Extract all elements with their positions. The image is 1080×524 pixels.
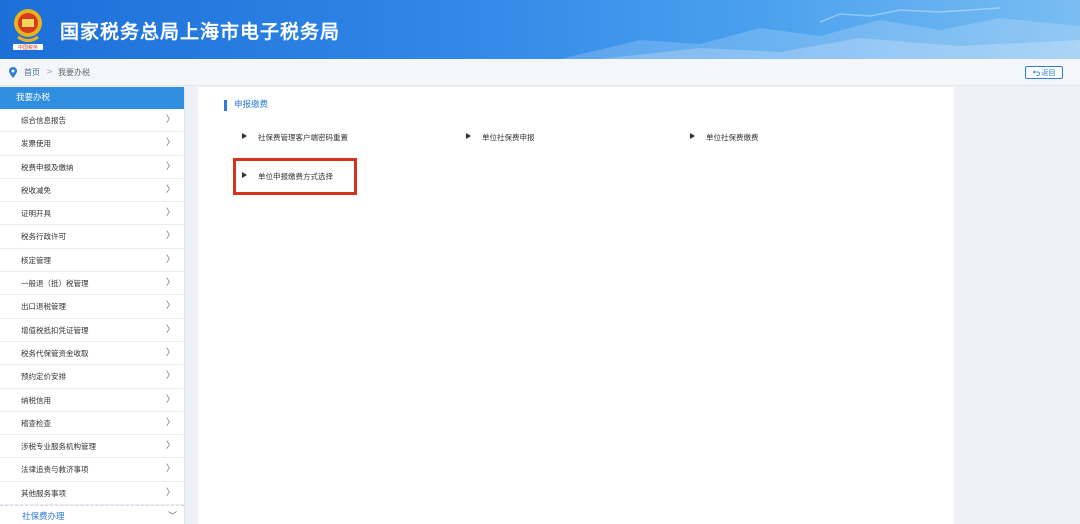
sidebar-item[interactable]: 一般退（抵）税管理 〉: [0, 272, 184, 296]
breadcrumb-separator: >: [46, 67, 53, 76]
sidebar-item[interactable]: 证明开具 〉: [0, 202, 184, 226]
sidebar-item-label: 出口退税管理: [21, 302, 66, 312]
sidebar-item-label: 一般退（抵）税管理: [21, 279, 89, 289]
link-unit-payment[interactable]: 单位社保费缴费: [690, 132, 759, 143]
location-pin-icon: [9, 67, 17, 78]
breadcrumb-home-link[interactable]: 首页: [24, 67, 40, 78]
chevron-right-icon: 〉: [165, 115, 175, 125]
sidebar-item[interactable]: 增值税抵扣凭证管理 〉: [0, 319, 184, 342]
back-arrow-icon: [1032, 69, 1040, 76]
sidebar-item[interactable]: 核定管理 〉: [0, 249, 184, 273]
sidebar-list: 综合信息报告〉发票使用〉税费申报及缴纳〉税收减免〉证明开具〉税务行政许可〉核定管…: [0, 109, 184, 506]
chevron-right-icon: 〉: [165, 371, 175, 382]
sidebar-item-label: 法律追责与救济事项: [21, 465, 89, 475]
chevron-right-icon: 〉: [165, 394, 175, 405]
sidebar-item-label: 发票使用: [21, 139, 51, 149]
sidebar-item-label: 预约定价安排: [21, 372, 66, 382]
chevron-right-icon: 〉: [165, 417, 175, 428]
sidebar-item-social-insurance[interactable]: 社保费办理 ﹀: [0, 505, 184, 524]
chevron-right-icon: 〉: [165, 254, 175, 265]
sidebar-item-label: 税费申报及缴纳: [21, 162, 74, 172]
sidebar-item[interactable]: 法律追责与救济事项 〉: [0, 458, 184, 482]
sidebar-item[interactable]: 涉税专业服务机构管理 〉: [0, 435, 184, 459]
section-title: 申报缴费: [224, 100, 268, 111]
sidebar-item[interactable]: 预约定价安排 〉: [0, 365, 184, 389]
link-password-reset[interactable]: 社保费管理客户端密码重置: [242, 132, 348, 143]
site-title: 国家税务总局上海市电子税务局: [60, 21, 341, 43]
site-header: 中国税务 国家税务总局上海市电子税务局: [0, 0, 1080, 59]
chevron-right-icon: 〉: [165, 208, 175, 219]
sidebar-item-label: 综合信息报告: [21, 116, 66, 125]
breadcrumb: 首页 > 我要办税 返回: [0, 59, 1080, 86]
sidebar-item[interactable]: 税收减免 〉: [0, 179, 184, 203]
chevron-right-icon: 〉: [165, 487, 175, 498]
breadcrumb-current: 我要办税: [58, 68, 90, 77]
sidebar-item[interactable]: 税务代保管资金收取 〉: [0, 342, 184, 366]
chevron-right-icon: 〉: [165, 161, 175, 172]
sidebar-item-label: 税收减免: [21, 185, 51, 195]
sidebar-item-label: 核定管理: [21, 255, 51, 265]
back-button[interactable]: 返回: [1025, 66, 1063, 79]
chevron-right-icon: 〉: [165, 138, 175, 149]
sidebar-item[interactable]: 出口退税管理 〉: [0, 295, 184, 319]
sidebar-heading[interactable]: 我要办税: [0, 87, 184, 109]
chevron-right-icon: 〉: [165, 464, 175, 475]
chevron-right-icon: 〉: [165, 347, 175, 358]
main-panel: 申报缴费 社保费管理客户端密码重置 单位社保费申报 单位社保费缴费 单位申报缴费…: [198, 87, 954, 524]
sidebar-item-label: 增值税抵扣凭证管理: [21, 325, 89, 335]
sidebar-item[interactable]: 税费申报及缴纳 〉: [0, 156, 184, 179]
sidebar-item[interactable]: 其他服务事项 〉: [0, 482, 184, 506]
sidebar-item[interactable]: 发票使用 〉: [0, 132, 184, 156]
sidebar-item[interactable]: 纳税信用 〉: [0, 389, 184, 412]
link-label: 社保费管理客户端密码重置: [258, 133, 348, 142]
sidebar-item[interactable]: 稽查检查 〉: [0, 412, 184, 436]
sidebar-item-label: 税务代保管资金收取: [21, 348, 89, 358]
sidebar-item-label: 税务行政许可: [21, 232, 66, 242]
sidebar-item-label: 其他服务事项: [21, 488, 66, 498]
bullet-arrow-icon: [690, 133, 695, 139]
sidebar-item[interactable]: 税务行政许可 〉: [0, 225, 184, 249]
sidebar-item-label: 涉税专业服务机构管理: [21, 442, 96, 452]
highlight-box: [233, 158, 357, 195]
chevron-right-icon: 〉: [165, 278, 175, 289]
chevron-right-icon: 〉: [165, 184, 175, 195]
chevron-right-icon: 〉: [165, 441, 175, 452]
tax-emblem-icon: 中国税务: [13, 9, 43, 51]
sidebar-item[interactable]: 综合信息报告 〉: [0, 109, 184, 133]
link-unit-declare[interactable]: 单位社保费申报: [466, 132, 535, 143]
sidebar-item-label: 证明开具: [21, 209, 51, 219]
chevron-right-icon: 〉: [165, 231, 175, 242]
link-label: 单位社保费申报: [482, 133, 535, 142]
sidebar-footer-label: 社保费办理: [22, 512, 65, 523]
svg-text:中国税务: 中国税务: [18, 44, 38, 51]
chevron-right-icon: 〉: [165, 301, 175, 312]
bullet-arrow-icon: [466, 133, 471, 139]
chevron-right-icon: 〉: [165, 324, 175, 335]
back-button-label: 返回: [1041, 68, 1056, 77]
sidebar-item-label: 稽查检查: [21, 418, 51, 428]
chevron-down-icon: ﹀: [167, 512, 177, 523]
sidebar-item-label: 纳税信用: [21, 395, 51, 405]
link-label: 单位社保费缴费: [706, 133, 759, 142]
sidebar: 我要办税 综合信息报告〉发票使用〉税费申报及缴纳〉税收减免〉证明开具〉税务行政许…: [0, 87, 185, 524]
bullet-arrow-icon: [242, 133, 247, 139]
